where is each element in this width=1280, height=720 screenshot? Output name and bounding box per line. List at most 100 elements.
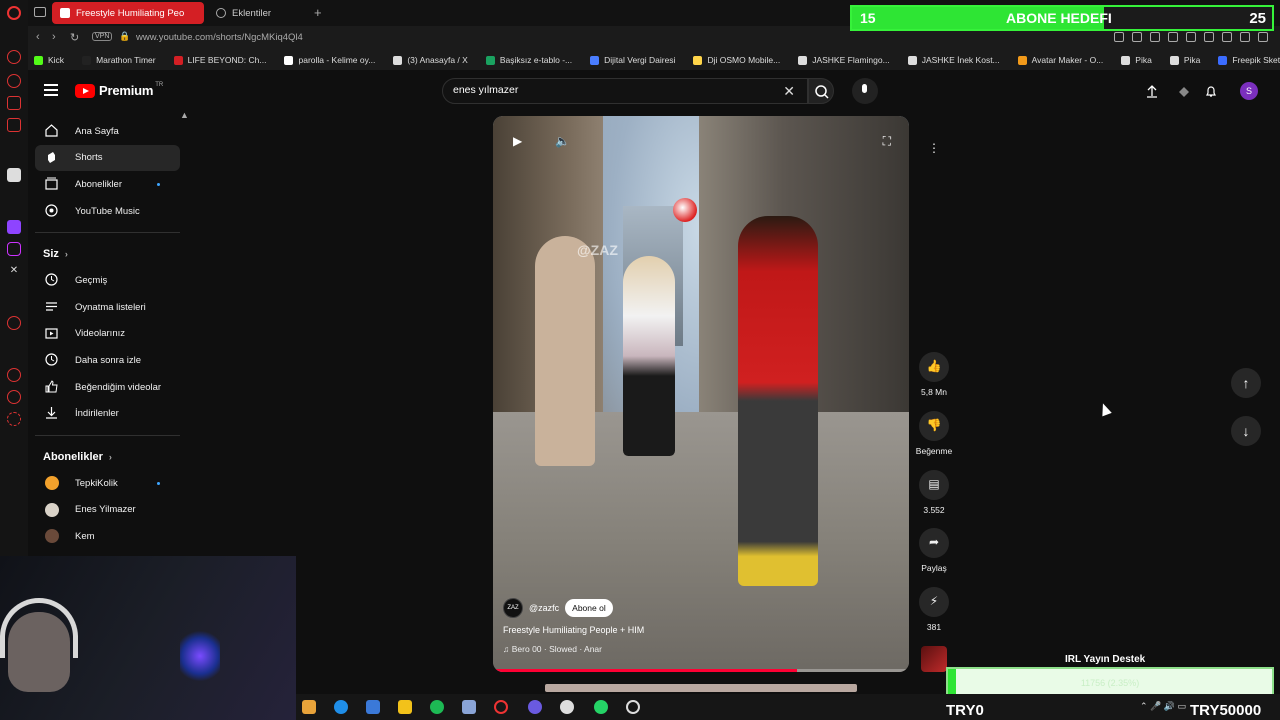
voice-search-button[interactable] bbox=[852, 78, 878, 104]
dislike-button[interactable]: 👎 Beğenme bbox=[913, 411, 955, 456]
channel-handle[interactable]: @zazfc bbox=[529, 603, 559, 613]
search-button[interactable] bbox=[808, 78, 834, 104]
bookmark-item[interactable]: Pika bbox=[1169, 55, 1200, 65]
instagram-icon[interactable] bbox=[7, 242, 21, 256]
edge-icon[interactable] bbox=[334, 700, 348, 714]
sidebar-item-home[interactable]: Ana Sayfa bbox=[35, 118, 180, 145]
bookmark-item[interactable]: Dijital Vergi Dairesi bbox=[590, 55, 675, 65]
scroll-up-icon[interactable]: ▲ bbox=[180, 110, 189, 120]
bookmark-item[interactable]: JASHKE Flamingo... bbox=[798, 55, 890, 65]
youtube-premium-logo[interactable]: Premium TR bbox=[75, 82, 163, 98]
bookmark-item[interactable]: Pika bbox=[1121, 55, 1152, 65]
obs-icon[interactable] bbox=[626, 700, 640, 714]
url-field[interactable]: www.youtube.com/shorts/NgcMKiq4Ql4 bbox=[136, 32, 303, 43]
heart-icon[interactable] bbox=[1186, 32, 1196, 42]
video-title[interactable]: Freestyle Humiliating People + HIM bbox=[503, 625, 644, 635]
sidebar-channel-enes-yilmazer[interactable]: Enes Yilmazer bbox=[35, 497, 180, 524]
create-icon[interactable] bbox=[1177, 84, 1191, 98]
bookmark-item[interactable]: Marathon Timer bbox=[82, 55, 156, 65]
sidebar-item-downloads[interactable]: İndirilenler bbox=[35, 400, 180, 427]
pinboard-icon[interactable] bbox=[7, 390, 21, 404]
sidebar-item-your-videos[interactable]: Videolarınız bbox=[35, 321, 180, 348]
account-avatar[interactable]: S bbox=[1240, 82, 1258, 100]
video-progress-bar[interactable] bbox=[493, 669, 909, 672]
settings-icon[interactable] bbox=[7, 412, 21, 426]
download-icon[interactable] bbox=[1240, 32, 1250, 42]
player-icon[interactable] bbox=[1168, 32, 1178, 42]
opera-icon[interactable] bbox=[494, 700, 508, 714]
vpn-badge[interactable]: VPN bbox=[92, 32, 113, 41]
store-icon[interactable] bbox=[366, 700, 380, 714]
snapshot-icon[interactable] bbox=[1132, 32, 1142, 42]
like-button[interactable]: 👍 5,8 Mn bbox=[913, 352, 955, 397]
play-icon[interactable]: ▶ bbox=[513, 134, 522, 148]
forward-icon[interactable]: › bbox=[52, 31, 56, 43]
workspace-icon[interactable] bbox=[7, 168, 21, 182]
x-icon[interactable]: ✕ bbox=[7, 264, 21, 278]
share-button[interactable]: ➦ Paylaş bbox=[913, 528, 955, 573]
whatsapp-icon[interactable] bbox=[594, 700, 608, 714]
opera-logo-icon[interactable] bbox=[7, 6, 21, 20]
upload-icon[interactable] bbox=[1145, 84, 1159, 98]
new-tab-button[interactable]: + bbox=[314, 5, 322, 20]
next-short-button[interactable]: ↓ bbox=[1231, 416, 1261, 446]
search-input[interactable] bbox=[453, 84, 753, 96]
sidebar-item-playlists[interactable]: Oynatma listeleri bbox=[35, 294, 180, 321]
aria-icon[interactable] bbox=[7, 50, 21, 64]
sidebar-item-history[interactable]: Geçmiş bbox=[35, 267, 180, 294]
history-icon[interactable] bbox=[7, 316, 21, 330]
tab-menu-icon[interactable] bbox=[34, 7, 46, 17]
comments-button[interactable]: ▤ 3.552 bbox=[913, 470, 955, 515]
sidebar-channel-tepkikolik[interactable]: TepkiKolik bbox=[35, 470, 180, 497]
menu-icon[interactable] bbox=[1258, 32, 1268, 42]
bookmark-item[interactable]: Başiksız e-tablo -... bbox=[485, 55, 572, 65]
bookmark-item[interactable]: Freepik Sketch - F... bbox=[1218, 55, 1280, 65]
reload-icon[interactable]: ↻ bbox=[70, 31, 79, 44]
previous-short-button[interactable]: ↑ bbox=[1231, 368, 1261, 398]
tab-extensions[interactable]: Eklentiler bbox=[208, 2, 328, 24]
player-icon[interactable] bbox=[7, 96, 21, 110]
subscribe-button[interactable]: Abone ol bbox=[565, 599, 613, 617]
wallet-icon[interactable] bbox=[1150, 32, 1160, 42]
remix-button[interactable]: ⚡ 381 bbox=[913, 587, 955, 632]
spotify-icon[interactable] bbox=[430, 700, 444, 714]
sidebar-item-shorts[interactable]: Shorts bbox=[35, 144, 180, 172]
sidebar-item-watch-later[interactable]: Daha sonra izle bbox=[35, 347, 180, 374]
app-icon[interactable] bbox=[560, 700, 574, 714]
clear-search-icon[interactable]: ✕ bbox=[783, 83, 795, 100]
volume-icon[interactable]: 🔈 bbox=[555, 134, 570, 148]
bookmark-item[interactable]: parolla - Kelime oy... bbox=[284, 55, 375, 65]
bookmark-item[interactable]: JASHKE İnek Kost... bbox=[907, 55, 1000, 65]
channel-logo[interactable]: ZAZ bbox=[503, 598, 523, 618]
sidebar-section-you[interactable]: Siz › bbox=[35, 241, 180, 267]
bookmark-item[interactable]: LIFE BEYOND: Ch... bbox=[173, 55, 266, 65]
app-icon[interactable] bbox=[528, 700, 542, 714]
bookmark-item[interactable]: Kick bbox=[34, 55, 64, 65]
clock-icon[interactable] bbox=[7, 368, 21, 382]
sidebar-item-youtube-music[interactable]: YouTube Music bbox=[35, 198, 180, 225]
sidebar-channel-kem[interactable]: Kem bbox=[35, 523, 180, 550]
sidebar-item-liked-videos[interactable]: Beğendiğim videolar bbox=[35, 374, 180, 401]
guide-menu-icon[interactable] bbox=[44, 84, 58, 96]
extensions-icon[interactable] bbox=[1204, 32, 1214, 42]
bookmark-icon[interactable] bbox=[1114, 32, 1124, 42]
mail-icon[interactable] bbox=[7, 118, 21, 132]
notifications-icon[interactable] bbox=[1204, 84, 1218, 98]
system-tray[interactable]: ⌃ 🎤 🔊 ▭ bbox=[1140, 701, 1186, 712]
sidebar-item-subscriptions[interactable]: Abonelikler bbox=[35, 171, 180, 198]
sound-thumbnail[interactable] bbox=[921, 646, 947, 672]
account-icon[interactable] bbox=[1222, 32, 1232, 42]
more-options-button[interactable]: ⋮ bbox=[913, 134, 955, 169]
sidebar-section-subscriptions[interactable]: Abonelikler › bbox=[35, 444, 180, 470]
bookmark-item[interactable]: Avatar Maker - O... bbox=[1017, 55, 1103, 65]
tab-youtube[interactable]: Freestyle Humiliating Peo bbox=[52, 2, 204, 24]
back-icon[interactable]: ‹ bbox=[36, 31, 40, 43]
bookmark-item[interactable]: Dji OSMO Mobile... bbox=[693, 55, 780, 65]
video-sound[interactable]: ♫ Bero 00 · Slowed · Anar bbox=[503, 644, 602, 654]
messenger-icon[interactable] bbox=[7, 74, 21, 88]
app-icon[interactable] bbox=[302, 700, 316, 714]
app-icon[interactable] bbox=[462, 700, 476, 714]
bookmark-item[interactable]: (3) Anasayfa / X bbox=[393, 55, 468, 65]
twitch-icon[interactable] bbox=[7, 220, 21, 234]
folder-icon[interactable] bbox=[398, 700, 412, 714]
